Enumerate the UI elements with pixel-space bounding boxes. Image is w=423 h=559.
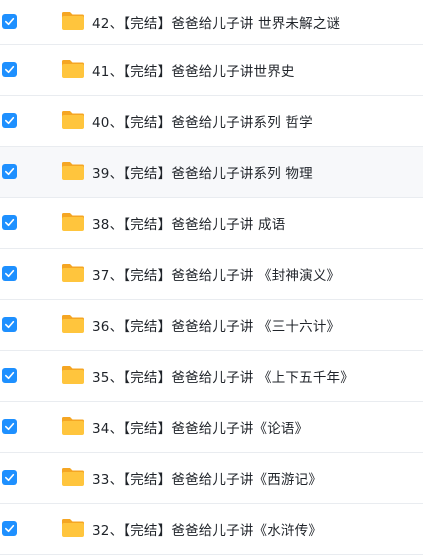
- folder-icon: [60, 517, 86, 539]
- file-row[interactable]: 39、【完结】爸爸给儿子讲系列 物理: [0, 147, 423, 198]
- file-name[interactable]: 41、【完结】爸爸给儿子讲世界史: [92, 60, 295, 80]
- folder-icon: [60, 313, 86, 335]
- file-name[interactable]: 34、【完结】爸爸给儿子讲《论语》: [92, 417, 308, 437]
- file-row[interactable]: 42、【完结】爸爸给儿子讲 世界未解之谜: [0, 0, 423, 45]
- row-checkbox[interactable]: [2, 368, 17, 383]
- file-name[interactable]: 38、【完结】爸爸给儿子讲 成语: [92, 213, 285, 233]
- folder-icon: [60, 58, 86, 80]
- file-row[interactable]: 32、【完结】爸爸给儿子讲《水浒传》: [0, 504, 423, 555]
- row-checkbox[interactable]: [2, 164, 17, 179]
- file-name[interactable]: 33、【完结】爸爸给儿子讲《西游记》: [92, 468, 322, 488]
- file-row[interactable]: 36、【完结】爸爸给儿子讲 《三十六计》: [0, 300, 423, 351]
- folder-icon: [60, 262, 86, 284]
- folder-icon: [60, 211, 86, 233]
- folder-icon: [60, 109, 86, 131]
- row-checkbox[interactable]: [2, 419, 17, 434]
- file-name[interactable]: 39、【完结】爸爸给儿子讲系列 物理: [92, 162, 313, 182]
- file-row[interactable]: 35、【完结】爸爸给儿子讲 《上下五千年》: [0, 351, 423, 402]
- row-checkbox[interactable]: [2, 215, 17, 230]
- row-checkbox[interactable]: [2, 14, 17, 29]
- folder-icon: [60, 415, 86, 437]
- file-name[interactable]: 32、【完结】爸爸给儿子讲《水浒传》: [92, 519, 322, 539]
- file-row[interactable]: 33、【完结】爸爸给儿子讲《西游记》: [0, 453, 423, 504]
- row-checkbox[interactable]: [2, 62, 17, 77]
- file-name[interactable]: 35、【完结】爸爸给儿子讲 《上下五千年》: [92, 366, 354, 386]
- file-row[interactable]: 34、【完结】爸爸给儿子讲《论语》: [0, 402, 423, 453]
- file-name[interactable]: 42、【完结】爸爸给儿子讲 世界未解之谜: [92, 12, 340, 32]
- file-list: 42、【完结】爸爸给儿子讲 世界未解之谜 41、【完结】爸爸给儿子讲世界史 40…: [0, 0, 423, 559]
- folder-icon: [60, 10, 86, 32]
- row-checkbox[interactable]: [2, 470, 17, 485]
- row-checkbox[interactable]: [2, 113, 17, 128]
- row-checkbox[interactable]: [2, 521, 17, 536]
- file-row[interactable]: 37、【完结】爸爸给儿子讲 《封神演义》: [0, 249, 423, 300]
- row-checkbox[interactable]: [2, 317, 17, 332]
- folder-icon: [60, 160, 86, 182]
- file-name[interactable]: 40、【完结】爸爸给儿子讲系列 哲学: [92, 111, 313, 131]
- row-checkbox[interactable]: [2, 266, 17, 281]
- file-name[interactable]: 36、【完结】爸爸给儿子讲 《三十六计》: [92, 315, 340, 335]
- file-row[interactable]: 41、【完结】爸爸给儿子讲世界史: [0, 45, 423, 96]
- file-row[interactable]: 40、【完结】爸爸给儿子讲系列 哲学: [0, 96, 423, 147]
- folder-icon: [60, 466, 86, 488]
- file-name[interactable]: 37、【完结】爸爸给儿子讲 《封神演义》: [92, 264, 340, 284]
- folder-icon: [60, 364, 86, 386]
- file-row[interactable]: 38、【完结】爸爸给儿子讲 成语: [0, 198, 423, 249]
